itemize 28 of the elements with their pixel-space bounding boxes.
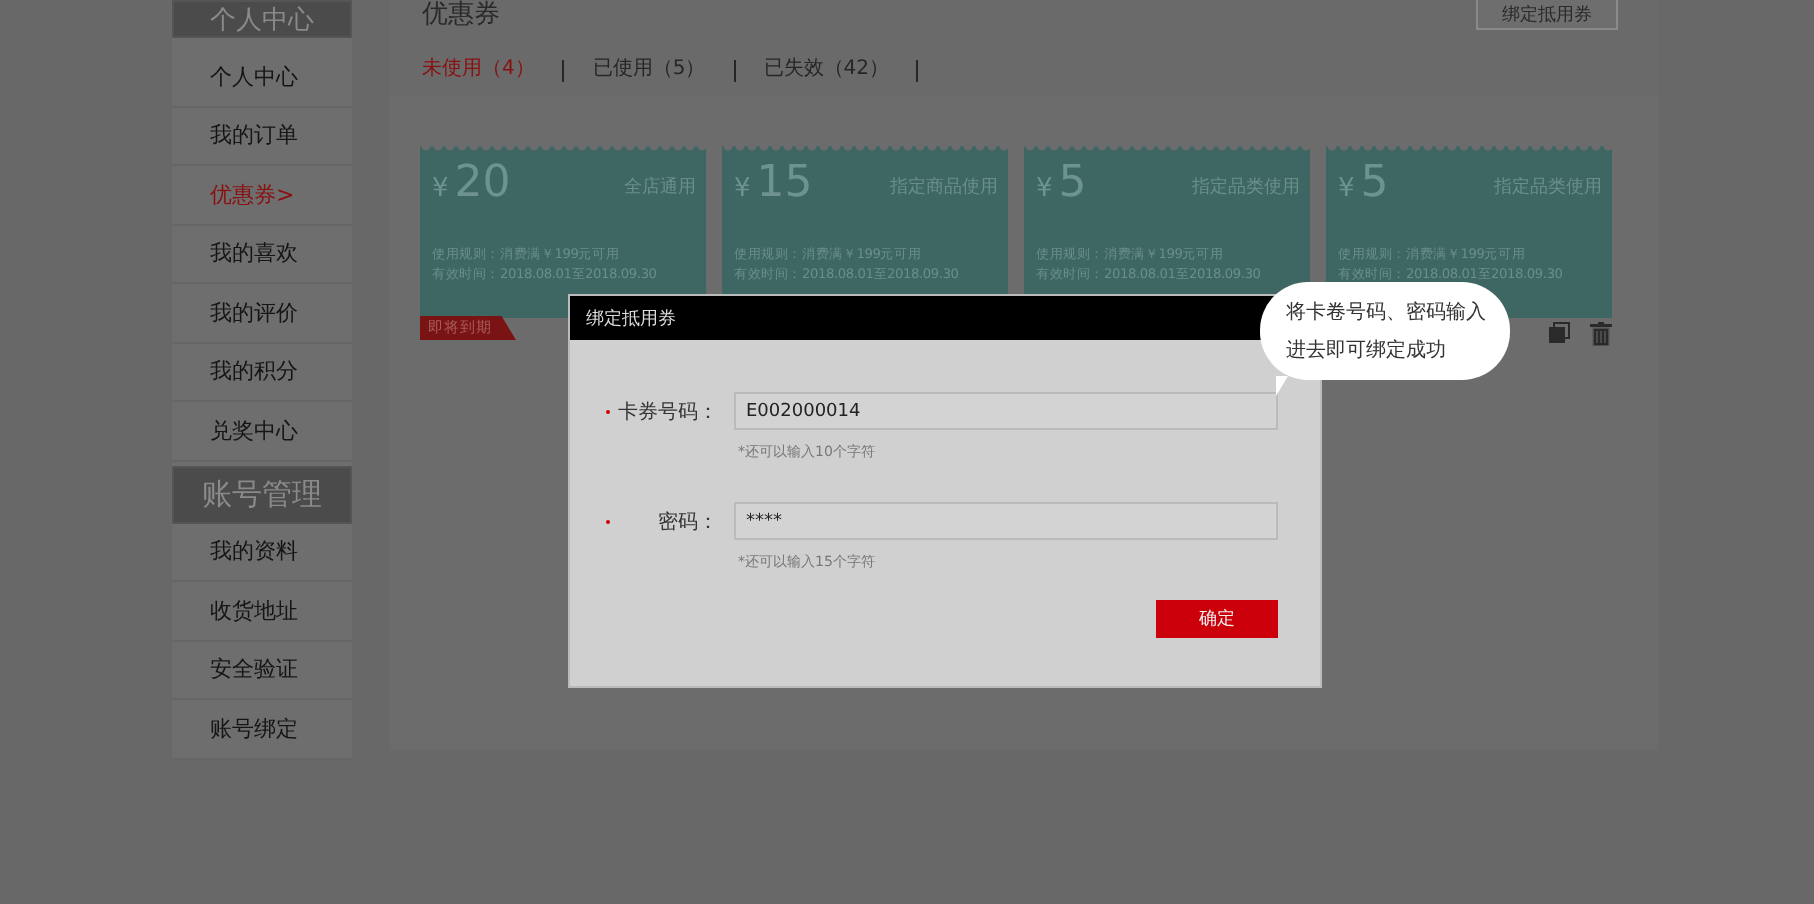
sidebar-item[interactable]: 个人中心 [172, 48, 352, 107]
copy-icon[interactable] [1548, 322, 1570, 344]
sidebar-item[interactable]: 兑奖中心 [172, 402, 352, 461]
tip-text: 进去即可绑定成功 [1286, 337, 1448, 366]
field-label: 密码： [658, 509, 718, 535]
bind-coupon-button[interactable]: 绑定抵用券 [1476, 0, 1618, 30]
coupon-tab[interactable]: 未使用（4） [422, 56, 535, 84]
panel-title: 优惠券 [420, 0, 500, 32]
input-field[interactable]: **** [734, 502, 1278, 540]
tip-text: 将卡卷号码、密码输入 [1286, 299, 1486, 328]
sidebar-item[interactable]: 账号绑定 [172, 700, 352, 759]
dialog-title: 绑定抵用券 [586, 307, 676, 331]
coupon-tab[interactable]: 已失效（42） [763, 56, 889, 84]
sidebar-item[interactable]: 我的评价 [172, 284, 352, 343]
coupon-tab[interactable]: 已使用（5） [592, 56, 706, 84]
sidebar-section-title: 个人中心 [172, 0, 352, 38]
sidebar-item[interactable]: 优惠券> [172, 166, 352, 225]
trash-icon[interactable] [1590, 322, 1612, 346]
sidebar-item[interactable]: 安全验证 [172, 641, 352, 700]
input-field[interactable]: E002000014 [734, 392, 1278, 430]
sidebar-item[interactable]: 我的喜欢 [172, 225, 352, 284]
sidebar-section-title: 账号管理 [172, 465, 352, 523]
sidebar-item[interactable]: 我的资料 [172, 523, 352, 582]
field-label: 卡券号码： [618, 399, 718, 425]
confirm-button[interactable]: 确定 [1156, 600, 1278, 638]
sidebar-item[interactable]: 我的订单 [172, 107, 352, 166]
sidebar-item[interactable]: 收货地址 [172, 582, 352, 641]
sidebar-item[interactable]: 我的积分 [172, 343, 352, 402]
